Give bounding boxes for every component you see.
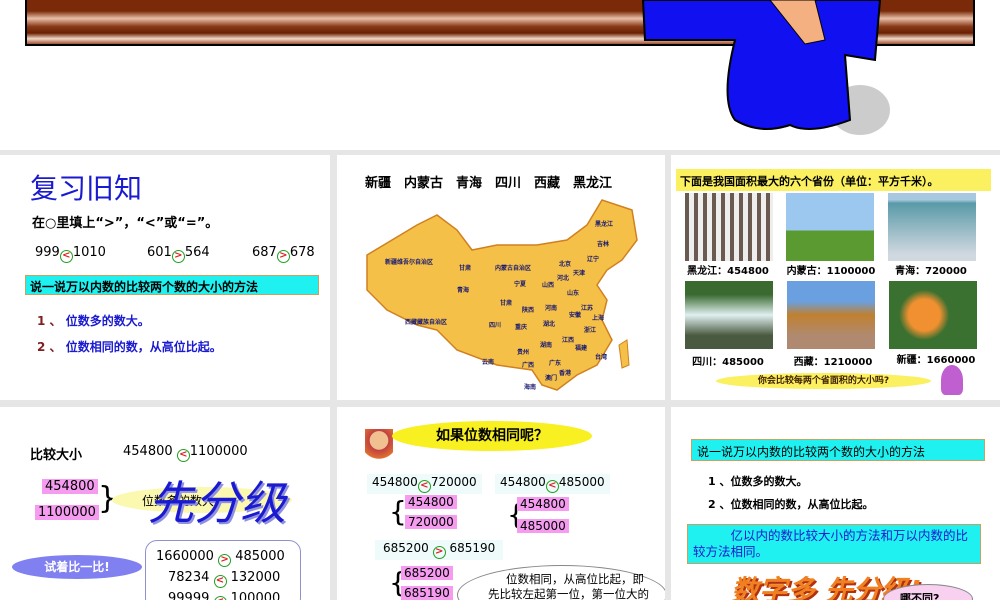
rule-2: 2 、位数相同的数，从高位比起。: [708, 498, 874, 511]
slide-title: 复习旧知: [30, 172, 143, 205]
pair-3: 99999 < 100000: [156, 588, 290, 600]
photo-neimenggu: [786, 193, 874, 261]
banner: 如果位数相同呢？: [392, 421, 592, 451]
method-box: 说一说万以内数的比较两个数的大小的方法: [691, 439, 985, 461]
caption-5: 西藏：1210000: [793, 357, 873, 368]
photo-qinghai: [888, 193, 976, 261]
comp-1: 454800 <720000: [367, 474, 482, 494]
slide-2-review[interactable]: 复习旧知 在○里填上“>”，“<”或“=”。 999 <1010 601 >564 …: [0, 155, 330, 400]
instruction: 在○里填上“>”，“<”或“=”。: [32, 216, 219, 231]
stack-1: 454800: [42, 479, 98, 494]
photo-xizang: [787, 281, 875, 349]
kid-icon: [365, 429, 393, 467]
caption-2: 内蒙古：1100000: [786, 266, 876, 277]
c2-stack-1: 454800: [517, 497, 569, 511]
c3-stack-2: 685190: [401, 586, 453, 600]
c1-stack-1: 454800: [405, 495, 457, 509]
try-bubble: 试着比一比!: [12, 555, 142, 579]
question-banner: 你会比较每两个省面积的大小吗?: [716, 373, 931, 389]
stack-2: 1100000: [35, 505, 99, 520]
caption-6: 新疆：1660000: [896, 355, 976, 366]
exercise-3: 687 >678: [252, 245, 315, 263]
slide-5-compare[interactable]: 比较大小 454800 <1100000 454800 1100000 } 位数…: [0, 407, 330, 600]
witch-icon: [941, 365, 963, 395]
thought-cloud: 位数相同，从高位比起，即 先比较左起第一位，第一位大的: [457, 565, 665, 600]
photo-heilongjiang: [685, 193, 773, 261]
compare-expr: 454800 <1100000: [123, 444, 248, 462]
comp-3: 685200 > 685190: [375, 540, 504, 560]
c2-stack-2: 485000: [517, 519, 569, 533]
slide-1[interactable]: [0, 0, 1000, 150]
summary-box: 亿以内的数比较大小的方法和万以内数的比较方法相同。: [687, 524, 981, 564]
rule-2: 2 、 位数相同的数，从高位比起。: [37, 340, 222, 354]
photo-sichuan: [685, 281, 773, 349]
exercise-2: 601 >564: [147, 245, 210, 263]
rule-1: 1 、位数多的数大。: [708, 475, 808, 488]
caption-3: 青海：720000: [895, 266, 967, 277]
rule-1: 1 、 位数多的数大。: [37, 314, 150, 328]
cartoon-figure: [641, 0, 890, 135]
pairs-box: 1660000 > 485000 78234 < 132000 99999 < …: [145, 540, 301, 600]
pair-1: 1660000 > 485000: [156, 549, 285, 567]
slide-7-summary[interactable]: 说一说万以内数的比较两个数的大小的方法 1 、位数多的数大。 2 、位数相同的数…: [671, 407, 1000, 600]
slide-6-same-digits[interactable]: 如果位数相同呢？ 454800 <720000 454800 <485000 { 4…: [337, 407, 665, 600]
province-header: 新疆 内蒙古 青海 四川 西藏 黑龙江: [365, 176, 613, 191]
compare-label: 比较大小: [30, 448, 83, 463]
c3-stack-1: 685200: [401, 566, 453, 580]
method-box: 说一说万以内数的比较两个数的大小的方法: [25, 275, 319, 295]
overlay-art: 先分级: [148, 476, 286, 530]
header-banner: 下面是我国面积最大的六个省份（单位：平方千米）。: [676, 169, 991, 191]
exercise-1: 999 <1010: [35, 245, 106, 263]
comp-2: 454800 <485000: [495, 474, 610, 494]
pair-2: 78234 < 132000: [168, 570, 281, 588]
c1-stack-2: 720000: [405, 515, 457, 529]
slide-4-provinces[interactable]: 下面是我国面积最大的六个省份（单位：平方千米）。 黑龙江：454800 内蒙古：…: [671, 155, 1000, 400]
caption-4: 四川：485000: [692, 357, 764, 368]
caption-1: 黑龙江：454800: [687, 266, 769, 277]
photo-xinjiang: [889, 281, 977, 349]
slide-3-map[interactable]: 新疆 内蒙古 青海 四川 西藏 黑龙江 新疆维吾尔自治区 甘肃 内蒙古自治区 黑…: [337, 155, 665, 400]
